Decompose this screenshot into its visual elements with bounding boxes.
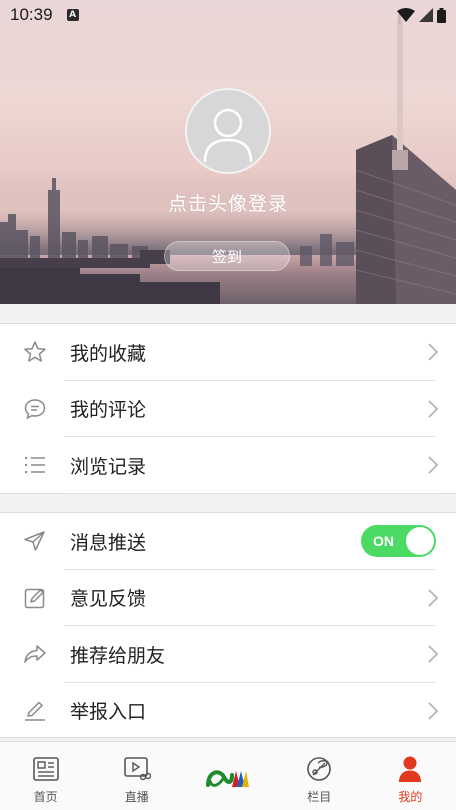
menu-item-share[interactable]: 推荐给朋友 (0, 626, 456, 683)
nav-logo[interactable] (182, 742, 273, 810)
push-toggle[interactable]: ON (361, 525, 436, 558)
share-icon (22, 641, 48, 667)
menu-item-favorites[interactable]: 我的收藏 (0, 324, 456, 381)
logo-icon (206, 762, 250, 792)
menu-label: 我的收藏 (70, 342, 147, 365)
app-root: 10:39 A 点击头像登录 签到 我的收藏 我的评论 浏览记录 消息推送 ON… (0, 0, 456, 810)
video-icon (122, 754, 152, 784)
signin-button[interactable]: 签到 (164, 241, 290, 271)
divider (64, 492, 436, 494)
menu-item-comments[interactable]: 我的评论 (0, 381, 456, 437)
notification-a-icon: A (66, 9, 79, 21)
toggle-knob (406, 527, 434, 556)
star-icon (22, 339, 48, 365)
nav-label: 首页 (33, 790, 58, 804)
status-time: 10:39 (10, 5, 53, 24)
chevron-right-icon (428, 400, 439, 418)
menu-label: 我的评论 (70, 399, 147, 422)
status-icons (397, 7, 446, 23)
status-bar: 10:39 A (0, 0, 456, 30)
person-icon (395, 754, 425, 784)
list-icon (22, 452, 48, 478)
chevron-right-icon (428, 589, 439, 607)
pencil-icon (22, 698, 48, 724)
battery-icon (437, 7, 446, 23)
menu-item-report[interactable]: 举报入口 (0, 683, 456, 740)
nav-column[interactable]: 栏目 (274, 742, 365, 810)
comment-icon (22, 396, 48, 422)
nav-mine[interactable]: 我的 (365, 742, 456, 810)
toggle-state: ON (373, 533, 394, 550)
nav-label: 栏目 (307, 790, 332, 804)
nav-label: 直播 (124, 790, 149, 804)
menu-label: 浏览记录 (70, 455, 147, 478)
login-prompt[interactable]: 点击头像登录 (0, 189, 456, 216)
nav-home[interactable]: 首页 (0, 742, 91, 810)
menu-label: 推荐给朋友 (70, 644, 166, 667)
nav-live[interactable]: 直播 (91, 742, 182, 810)
wifi-icon (397, 8, 415, 22)
menu-item-push: 消息推送 ON (0, 513, 456, 570)
menu-label: 举报入口 (70, 701, 147, 724)
chevron-right-icon (428, 456, 439, 474)
menu-group-primary: 我的收藏 我的评论 浏览记录 (0, 323, 456, 494)
chevron-right-icon (428, 702, 439, 720)
chevron-right-icon (428, 645, 439, 663)
news-icon (31, 754, 61, 784)
edit-icon (22, 585, 48, 611)
chevron-right-icon (428, 343, 439, 361)
user-placeholder-icon (203, 108, 253, 163)
menu-item-feedback[interactable]: 意见反馈 (0, 570, 456, 626)
menu-group-secondary: 消息推送 ON 意见反馈 推荐给朋友 举报入口 (0, 512, 456, 738)
bottom-nav: 首页 直播 栏目 我的 (0, 741, 456, 810)
avatar-button[interactable] (185, 88, 271, 174)
menu-label: 消息推送 (70, 531, 147, 554)
signal-icon (419, 8, 433, 22)
menu-item-history[interactable]: 浏览记录 (0, 437, 456, 494)
menu-label: 意见反馈 (70, 588, 147, 611)
nav-label: 我的 (398, 790, 423, 804)
column-icon (304, 754, 334, 784)
send-icon (22, 528, 48, 554)
